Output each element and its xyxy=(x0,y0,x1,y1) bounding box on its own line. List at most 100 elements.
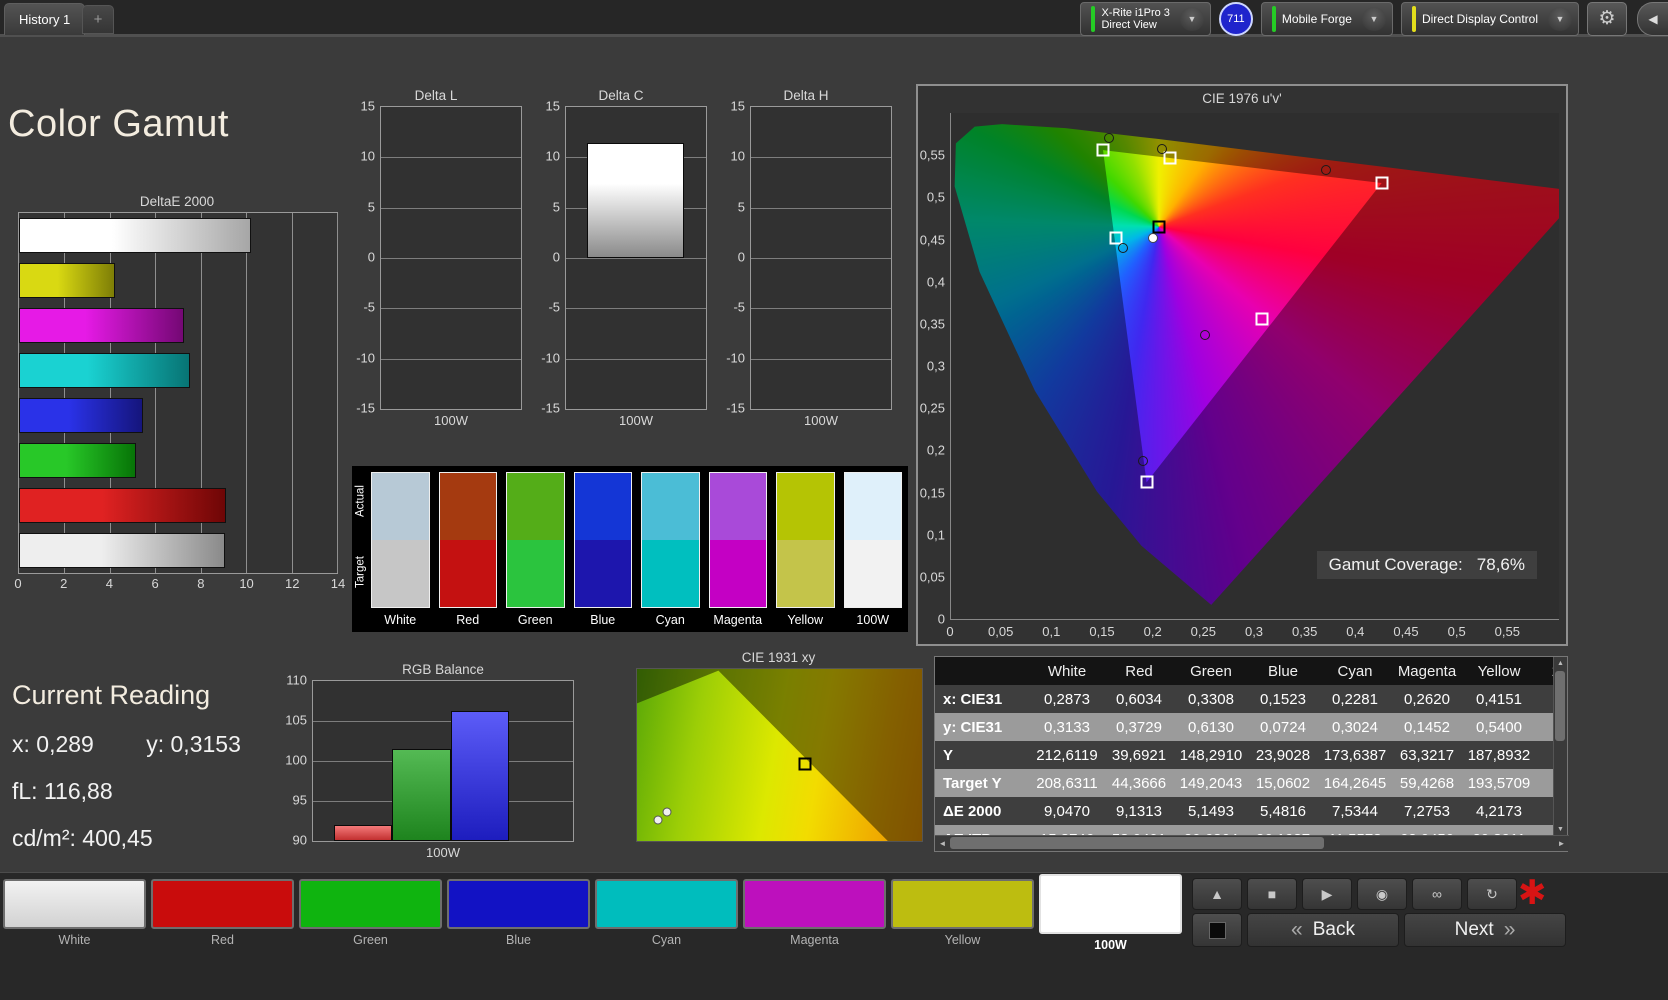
pattern-label: Green xyxy=(353,933,388,947)
swatch-column-red: Red xyxy=(438,472,497,632)
chart-title: Delta H xyxy=(783,88,829,103)
axis-tick-label: 0,3 xyxy=(926,358,945,374)
axis-tick-label: -5 xyxy=(363,299,375,315)
settings-button[interactable]: ⚙ xyxy=(1587,1,1627,36)
table-cell: 173,6387 xyxy=(1323,746,1387,764)
next-button[interactable]: Next » xyxy=(1404,913,1566,947)
measured-marker-white xyxy=(1147,232,1158,243)
reading-fl-value: 116,88 xyxy=(43,778,113,804)
tab-label: History 1 xyxy=(19,12,71,27)
table-cell: 63,3217 xyxy=(1399,746,1455,764)
chart-title: Delta C xyxy=(598,88,644,103)
swatch-label: Red xyxy=(456,613,480,627)
vertical-scrollbar[interactable]: ▲ ▼ xyxy=(1553,657,1567,836)
pattern-button-blue[interactable]: Blue xyxy=(447,879,590,947)
axis-tick-label: 15 xyxy=(360,98,375,114)
meter-name: X-Rite i1Pro 3 xyxy=(1101,6,1170,19)
pattern-button-yellow[interactable]: Yellow xyxy=(891,879,1034,947)
table-cell: 148,2910 xyxy=(1179,746,1243,764)
deltae-plot xyxy=(18,212,338,574)
column-header: 100W xyxy=(1535,663,1555,680)
scroll-left-arrow[interactable]: ◄ xyxy=(935,836,950,851)
axis-tick-label: 0,1 xyxy=(926,527,945,543)
axis-tick-label: 14 xyxy=(330,576,346,591)
source-status-indicator xyxy=(1271,5,1276,32)
delta-bar xyxy=(587,143,684,258)
table-row: x: CIE31 0,2873 0,6034 0,3308 0,1523 0,2281 0,… xyxy=(935,685,1555,713)
measure-button[interactable]: ◉ xyxy=(1357,878,1407,910)
pattern-button-100w[interactable]: 100W xyxy=(1039,874,1182,952)
meter-count-badge[interactable]: 711 xyxy=(1218,1,1253,36)
reading-x-value: 0,289 xyxy=(36,731,94,757)
pattern-swatch xyxy=(743,879,886,929)
axis-tick-label: 90 xyxy=(292,832,307,848)
gridline xyxy=(751,207,891,209)
meter-dropdown[interactable]: X-Rite i1Pro 3 Direct View ▼ xyxy=(1080,1,1211,36)
axis-tick-label: 0 xyxy=(946,624,954,639)
pattern-button-cyan[interactable]: Cyan xyxy=(595,879,738,947)
x-axis-label: 100W xyxy=(434,413,468,428)
tab-history-1[interactable]: History 1 xyxy=(4,3,86,35)
actual-swatch xyxy=(507,473,564,540)
target-marker-red xyxy=(1375,176,1389,190)
gridline xyxy=(566,308,706,310)
table-cell: 164,2645 xyxy=(1323,774,1387,792)
horizontal-scrollbar[interactable]: ◄ ► xyxy=(935,835,1569,851)
y-axis: 15 10 5 0 -5 -10 -15 xyxy=(350,99,380,416)
expand-panel-button[interactable]: ▲ xyxy=(1192,878,1242,910)
swatch-column-white: White xyxy=(371,472,430,632)
axis-tick-label: 0,55 xyxy=(919,147,945,163)
pattern-swatch xyxy=(299,879,442,929)
axis-tick-label: 0,45 xyxy=(1393,624,1419,639)
pattern-button-red[interactable]: Red xyxy=(151,879,294,947)
reading-fl-label: fL: xyxy=(12,778,38,804)
bar-yellow xyxy=(19,262,115,299)
add-tab-button[interactable]: + xyxy=(82,5,114,34)
display-control-dropdown[interactable]: Direct Display Control ▼ xyxy=(1400,1,1579,36)
column-header: White xyxy=(1047,662,1087,680)
refresh-button[interactable]: ↻ xyxy=(1467,878,1517,910)
swatch-label: Yellow xyxy=(787,613,824,627)
collapse-panel-button[interactable]: ◀ xyxy=(1637,1,1668,36)
axis-tick-label: 0 xyxy=(14,576,22,591)
scroll-track[interactable] xyxy=(950,836,1554,851)
pattern-button-white[interactable]: White xyxy=(3,879,146,947)
scroll-thumb[interactable] xyxy=(950,837,1325,849)
pattern-button-magenta[interactable]: Magenta xyxy=(743,879,886,947)
table-cell: 0,1523 xyxy=(1260,690,1306,708)
pattern-window-button[interactable] xyxy=(1192,913,1242,947)
pattern-button-green[interactable]: Green xyxy=(299,879,442,947)
cie1976-diagram-panel: CIE 1976 u'v' 0,55 0,5 0,45 0,4 0,35 0,3 0,25 0,… xyxy=(916,84,1568,646)
actual-swatch xyxy=(844,473,901,540)
bar-blue xyxy=(19,397,144,434)
swatch-label: Cyan xyxy=(655,613,685,627)
chart-title: CIE 1931 xy xyxy=(741,650,816,665)
reading-x-label: x: xyxy=(12,731,30,757)
actual-row-label: Actual xyxy=(354,485,367,518)
actual-swatch xyxy=(372,473,429,540)
continuous-measure-button[interactable]: ∞ xyxy=(1412,878,1462,910)
scroll-right-arrow[interactable]: ► xyxy=(1554,836,1569,851)
target-swatch xyxy=(507,540,564,607)
play-button[interactable]: ▶ xyxy=(1302,878,1352,910)
table-cell: 0,3308 xyxy=(1188,690,1234,708)
source-dropdown[interactable]: Mobile Forge ▼ xyxy=(1260,1,1393,36)
stop-button[interactable]: ■ xyxy=(1247,878,1297,910)
chevron-left-icon: ◀ xyxy=(1648,11,1658,26)
x-axis: 0 0,05 0,1 0,15 0,2 0,25 0,3 0,35 0,4 0,45 0,5 0,55 xyxy=(946,620,1558,642)
scroll-thumb[interactable] xyxy=(1555,671,1565,741)
back-button[interactable]: « Back xyxy=(1247,913,1399,947)
swatch-label: 100W xyxy=(856,613,890,627)
delta-plot xyxy=(565,106,707,410)
plus-icon: + xyxy=(93,11,103,28)
table-cell: 0,2620 xyxy=(1404,690,1450,708)
chevron-down-icon: ▼ xyxy=(1361,6,1386,31)
bar-row-magenta xyxy=(19,303,337,348)
axis-tick-label: 8 xyxy=(197,576,205,591)
target-marker-magenta xyxy=(1255,312,1269,326)
actual-swatch xyxy=(439,473,496,540)
gear-icon: ⚙ xyxy=(1598,8,1616,29)
scroll-up-arrow[interactable]: ▲ xyxy=(1554,657,1567,670)
reading-y-value: 0,3153 xyxy=(170,731,241,757)
gamut-coverage-label: Gamut Coverage: xyxy=(1328,555,1463,574)
